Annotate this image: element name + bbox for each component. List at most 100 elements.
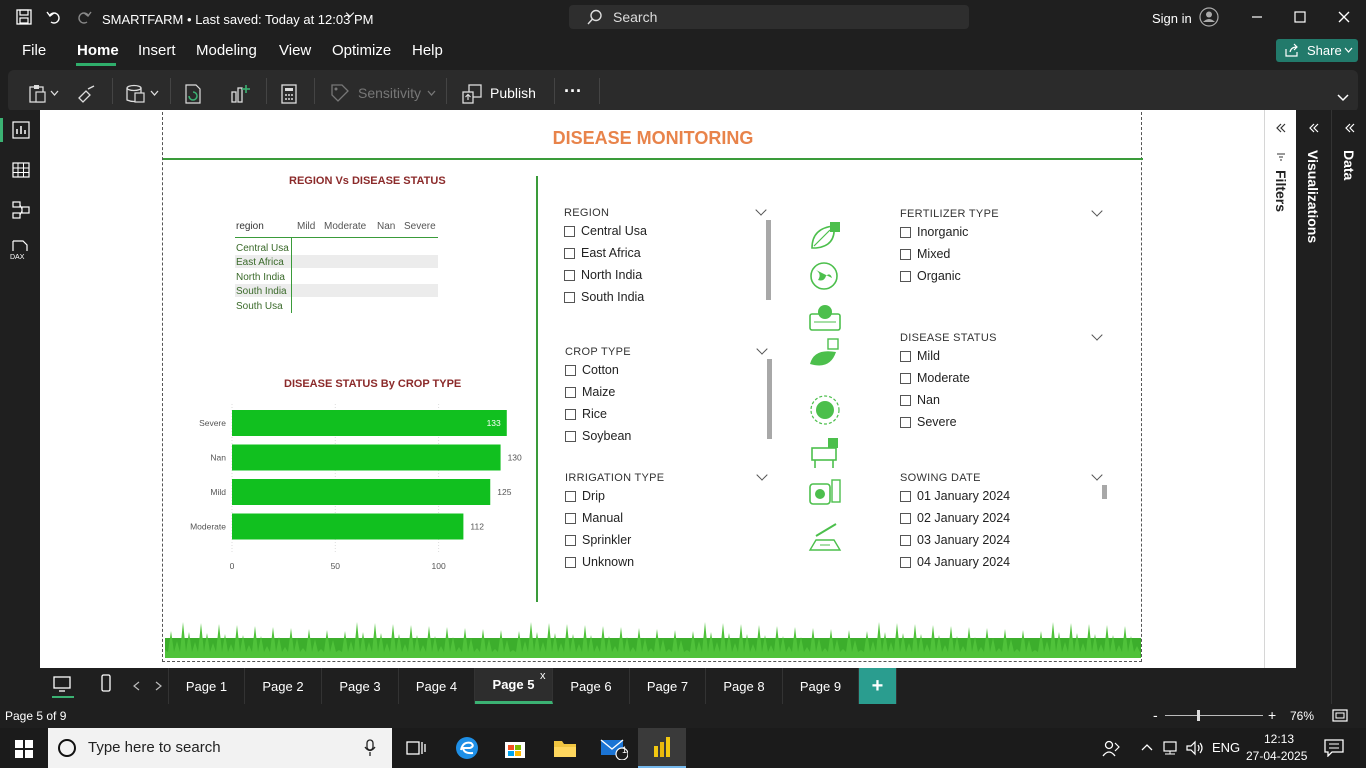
page-tab[interactable]: Page 8 — [706, 668, 783, 704]
add-page-button[interactable]: + — [859, 668, 897, 704]
chevron-down-icon[interactable] — [756, 469, 768, 481]
publish-icon[interactable] — [461, 83, 483, 105]
search-box[interactable]: Search — [569, 5, 969, 29]
checkbox[interactable] — [565, 556, 576, 568]
checkbox[interactable] — [900, 416, 911, 428]
collapse-ribbon-icon[interactable] — [1337, 94, 1349, 102]
checkbox[interactable] — [565, 490, 576, 502]
fertilizer-type-option[interactable]: Inorganic — [900, 225, 968, 239]
chevron-down-icon[interactable] — [1091, 469, 1103, 481]
chevron-down-icon[interactable] — [756, 343, 768, 355]
minimize-icon[interactable] — [1250, 10, 1264, 24]
zoom-slider-track[interactable] — [1165, 715, 1263, 716]
report-view-icon[interactable] — [12, 121, 30, 139]
store-icon[interactable] — [491, 728, 539, 768]
menu-optimize[interactable]: Optimize — [332, 42, 391, 59]
fit-to-page-icon[interactable] — [1332, 709, 1348, 722]
clock-date[interactable]: 27-04-2025 — [1246, 749, 1307, 763]
power-bi-taskbar-icon[interactable] — [638, 728, 686, 768]
windows-start-icon[interactable] — [15, 740, 33, 758]
checkbox[interactable] — [564, 247, 575, 259]
bar-nan[interactable] — [232, 444, 501, 471]
checkbox[interactable] — [900, 226, 911, 238]
chevron-down-icon[interactable] — [50, 90, 59, 97]
get-data-icon[interactable] — [125, 84, 147, 104]
sensitivity-icon[interactable] — [330, 83, 350, 103]
people-icon[interactable] — [1102, 739, 1120, 757]
checkbox[interactable] — [564, 269, 575, 281]
sowing-date-option[interactable]: 04 January 2024 — [900, 555, 1010, 569]
menu-file[interactable]: File — [22, 42, 46, 59]
chevron-down-icon[interactable] — [1091, 205, 1103, 217]
zoom-in-button[interactable]: + — [1268, 707, 1276, 723]
checkbox[interactable] — [565, 512, 576, 524]
sign-in-link[interactable]: Sign in — [1152, 11, 1192, 26]
close-tab-icon[interactable]: x — [540, 670, 546, 682]
close-icon[interactable] — [1337, 10, 1351, 24]
save-icon[interactable] — [16, 9, 32, 25]
format-painter-icon[interactable] — [76, 84, 96, 104]
page-tab[interactable]: Page 1 — [169, 668, 245, 704]
slicer-scrollbar[interactable] — [1102, 485, 1107, 499]
disease-by-crop-bar-chart[interactable]: 0 50 100 Severe 133 Nan 130 Mild 125 Moderate 112 — [163, 402, 535, 592]
region-option[interactable]: East Africa — [564, 246, 641, 260]
bar-mild[interactable] — [232, 479, 491, 505]
dax-query-view-icon[interactable]: DAX — [10, 240, 30, 260]
data-pane[interactable]: Data — [1331, 110, 1366, 706]
publish-button[interactable]: Publish — [490, 85, 536, 101]
bar-severe[interactable] — [232, 410, 507, 436]
menu-home[interactable]: Home — [77, 42, 119, 59]
crop-type-option[interactable]: Cotton — [565, 363, 619, 377]
menu-view[interactable]: View — [279, 42, 311, 59]
disease-status-option[interactable]: Mild — [900, 349, 940, 363]
collapse-left-icon[interactable] — [1275, 122, 1287, 134]
checkbox[interactable] — [900, 248, 911, 260]
checkbox[interactable] — [900, 270, 911, 282]
volume-icon[interactable] — [1185, 740, 1205, 756]
input-language[interactable]: ENG — [1212, 740, 1240, 755]
filters-pane[interactable]: Filters — [1264, 110, 1296, 668]
checkbox[interactable] — [565, 364, 576, 376]
file-explorer-icon[interactable] — [541, 728, 589, 768]
disease-status-option[interactable]: Nan — [900, 393, 940, 407]
menu-help[interactable]: Help — [412, 42, 443, 59]
checkbox[interactable] — [564, 291, 575, 303]
more-options-button[interactable]: ··· — [564, 81, 582, 102]
zoom-out-button[interactable]: - — [1153, 707, 1158, 723]
sowing-date-option[interactable]: 03 January 2024 — [900, 533, 1010, 547]
region-option[interactable]: South India — [564, 290, 644, 304]
model-view-icon[interactable] — [12, 201, 30, 219]
sowing-date-option[interactable]: 01 January 2024 — [900, 489, 1010, 503]
mobile-layout-icon[interactable] — [101, 674, 111, 692]
checkbox[interactable] — [565, 430, 576, 442]
chevron-down-icon[interactable] — [427, 90, 436, 97]
crop-type-option[interactable]: Rice — [565, 407, 607, 421]
irrigation-type-option[interactable]: Sprinkler — [565, 533, 631, 547]
maximize-icon[interactable] — [1293, 10, 1307, 24]
page-tab[interactable]: Page 3 — [322, 668, 399, 704]
checkbox[interactable] — [900, 394, 911, 406]
checkbox[interactable] — [565, 534, 576, 546]
region-option[interactable]: North India — [564, 268, 642, 282]
page-tab[interactable]: Page 9 — [783, 668, 859, 704]
chevron-down-icon[interactable] — [755, 204, 767, 216]
prev-page-icon[interactable] — [133, 681, 140, 691]
calculator-icon[interactable] — [280, 83, 298, 105]
mail-icon[interactable]: 1 — [590, 728, 638, 768]
irrigation-type-option[interactable]: Drip — [565, 489, 605, 503]
region-option[interactable]: Central Usa — [564, 224, 647, 238]
clock-time[interactable]: 12:13 — [1264, 732, 1294, 746]
fertilizer-type-option[interactable]: Mixed — [900, 247, 950, 261]
file-title[interactable]: SMARTFARM • Last saved: Today at 12:03 P… — [102, 12, 373, 27]
show-hidden-icons-icon[interactable] — [1141, 743, 1153, 752]
paste-icon[interactable] — [28, 84, 48, 104]
page-tab[interactable]: Page 6 — [553, 668, 630, 704]
slicer-scrollbar[interactable] — [766, 220, 771, 300]
chevron-down-icon[interactable] — [150, 90, 159, 97]
checkbox[interactable] — [900, 512, 911, 524]
visualizations-pane[interactable]: Visualizations — [1296, 110, 1331, 706]
page-tab[interactable]: Page 4 — [399, 668, 475, 704]
sowing-date-option[interactable]: 02 January 2024 — [900, 511, 1010, 525]
redo-icon[interactable] — [76, 9, 92, 25]
checkbox[interactable] — [900, 556, 911, 568]
